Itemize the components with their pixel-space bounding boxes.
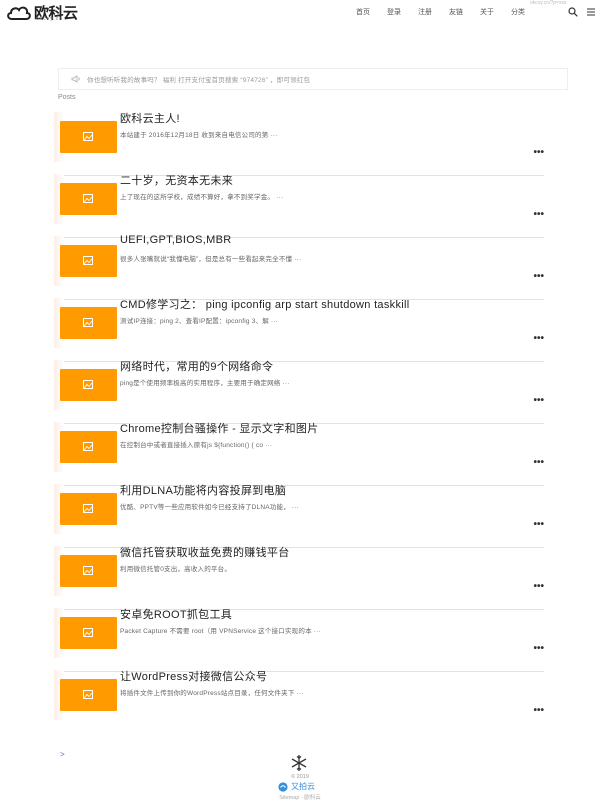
image-placeholder-icon	[83, 194, 93, 203]
post-title[interactable]: 网络时代，常用的9个网络命令	[120, 358, 273, 374]
post-excerpt: 很多人张嘴就说“我懂电脑”，但是总有一些看起来完全不懂 ···	[120, 256, 302, 263]
post-thumbnail[interactable]	[60, 245, 117, 277]
menu-icon[interactable]	[586, 7, 596, 17]
post-excerpt: 在控制台中或者直接插入原有js ${function() { co ···	[120, 442, 273, 449]
footer-copyright: © 2019	[291, 774, 309, 780]
nav-login[interactable]: 登录	[387, 7, 401, 17]
post-excerpt: 利用微信托管0支出，高收入的平台。	[120, 566, 232, 573]
site-header: 欧科云 okcxy.cn okcxy.cn/?p=xxx 首页 登录 注册 友链…	[0, 0, 600, 28]
post-item[interactable]: 欧科云主人! 本站建于 2016年12月18日 收到来自电信公司的第 ··· •…	[54, 110, 544, 176]
post-thumbnail[interactable]	[60, 431, 117, 463]
search-icon[interactable]	[568, 7, 578, 17]
footer-brand-text: 又拍云	[291, 782, 315, 791]
posts-heading: Posts	[58, 94, 76, 101]
top-url: okcxy.cn/?p=xxx	[530, 0, 567, 6]
image-placeholder-icon	[83, 318, 93, 327]
post-excerpt: 将插件文件上传到你的WordPress站点目录，任何文件夹下 ···	[120, 690, 304, 697]
post-title[interactable]: 二十岁，无资本无未来	[120, 172, 233, 188]
more-button[interactable]: •••	[533, 644, 544, 654]
post-thumbnail[interactable]	[60, 617, 117, 649]
more-button[interactable]: •••	[533, 706, 544, 716]
nav-home[interactable]: 首页	[356, 7, 370, 17]
post-thumbnail[interactable]	[60, 555, 117, 587]
post-excerpt: 优酷、PPTV等一些应用软件如今已经支持了DLNA功能， ···	[120, 504, 300, 511]
nav-categories[interactable]: 分类	[511, 7, 525, 17]
post-item[interactable]: Chrome控制台骚操作 - 显示文字和图片 在控制台中或者直接插入原有js $…	[54, 420, 544, 486]
post-excerpt: 测试IP连接：ping 2、查看IP配置：ipconfig 3、解 ···	[120, 318, 279, 325]
post-thumbnail[interactable]	[60, 493, 117, 525]
post-thumbnail[interactable]	[60, 121, 117, 153]
logo-subtext: okcxy.cn	[36, 16, 64, 22]
more-button[interactable]: •••	[533, 210, 544, 220]
post-item[interactable]: 利用DLNA功能将内容投屏到电脑 优酷、PPTV等一些应用软件如今已经支持了DL…	[54, 482, 544, 548]
post-item[interactable]: 二十岁，无资本无未来 上了现在的这所学校，成绩不算好，拿不到奖学金。 ··· •…	[54, 172, 544, 238]
post-title[interactable]: 欧科云主人!	[120, 110, 180, 126]
image-placeholder-icon	[83, 566, 93, 575]
post-excerpt: Packet Capture 不需要 root（用 VPNService 这个接…	[120, 628, 321, 635]
post-title[interactable]: Chrome控制台骚操作 - 显示文字和图片	[120, 420, 319, 436]
upyun-logo-icon	[278, 781, 288, 792]
snowflake-icon	[291, 755, 307, 771]
post-title[interactable]: 安卓免ROOT抓包工具	[120, 606, 232, 622]
main-nav: 首页 登录 注册 友链 关于 分类	[356, 7, 525, 17]
more-button[interactable]: •••	[533, 582, 544, 592]
speaker-icon	[71, 75, 80, 83]
image-placeholder-icon	[83, 442, 93, 451]
image-placeholder-icon	[83, 256, 93, 265]
image-placeholder-icon	[83, 132, 93, 141]
notice-bar: 你也想听听我的故事吗？ 福利 打开支付宝首页搜索 “974726” ，即可领红包	[58, 68, 568, 90]
post-item[interactable]: 网络时代，常用的9个网络命令 ping是个使用频率极高的实用程序，主要用于确定网…	[54, 358, 544, 424]
post-item[interactable]: UEFI,GPT,BIOS,MBR 很多人张嘴就说“我懂电脑”，但是总有一些看起…	[54, 234, 544, 300]
post-excerpt: ping是个使用频率极高的实用程序，主要用于确定网络 ···	[120, 380, 290, 387]
more-button[interactable]: •••	[533, 458, 544, 468]
more-button[interactable]: •••	[533, 396, 544, 406]
post-thumbnail[interactable]	[60, 369, 117, 401]
nav-about[interactable]: 关于	[480, 7, 494, 17]
more-button[interactable]: •••	[533, 520, 544, 530]
footer-brand[interactable]: 又拍云	[278, 781, 315, 792]
post-thumbnail[interactable]	[60, 679, 117, 711]
next-page-arrow[interactable]: >	[60, 750, 65, 759]
post-title[interactable]: 利用DLNA功能将内容投屏到电脑	[120, 482, 286, 498]
nav-register[interactable]: 注册	[418, 7, 432, 17]
post-item[interactable]: 让WordPress对接微信公众号 将插件文件上传到你的WordPress站点目…	[54, 668, 544, 720]
post-thumbnail[interactable]	[60, 307, 117, 339]
more-button[interactable]: •••	[533, 334, 544, 344]
post-title[interactable]: 让WordPress对接微信公众号	[120, 668, 267, 684]
post-title[interactable]: CMD修学习之： ping ipconfig arp start shutdow…	[120, 296, 409, 312]
post-item[interactable]: 微信托管获取收益免费的赚钱平台 利用微信托管0支出，高收入的平台。 •••	[54, 544, 544, 610]
nav-links[interactable]: 友链	[449, 7, 463, 17]
post-excerpt: 本站建于 2016年12月18日 收到来自电信公司的第 ···	[120, 132, 278, 139]
image-placeholder-icon	[83, 380, 93, 389]
image-placeholder-icon	[83, 628, 93, 637]
post-item[interactable]: 安卓免ROOT抓包工具 Packet Capture 不需要 root（用 VP…	[54, 606, 544, 672]
image-placeholder-icon	[83, 690, 93, 699]
post-title[interactable]: UEFI,GPT,BIOS,MBR	[120, 234, 231, 246]
post-thumbnail[interactable]	[60, 183, 117, 215]
more-button[interactable]: •••	[533, 148, 544, 158]
post-item[interactable]: CMD修学习之： ping ipconfig arp start shutdow…	[54, 296, 544, 362]
image-placeholder-icon	[83, 504, 93, 513]
post-title[interactable]: 微信托管获取收益免费的赚钱平台	[120, 544, 290, 560]
notice-text: 你也想听听我的故事吗？ 福利 打开支付宝首页搜索 “974726” ，即可领红包	[87, 77, 311, 84]
post-excerpt: 上了现在的这所学校，成绩不算好，拿不到奖学金。 ···	[120, 194, 284, 201]
cloud-logo-icon	[7, 6, 31, 20]
more-button[interactable]: •••	[533, 272, 544, 282]
